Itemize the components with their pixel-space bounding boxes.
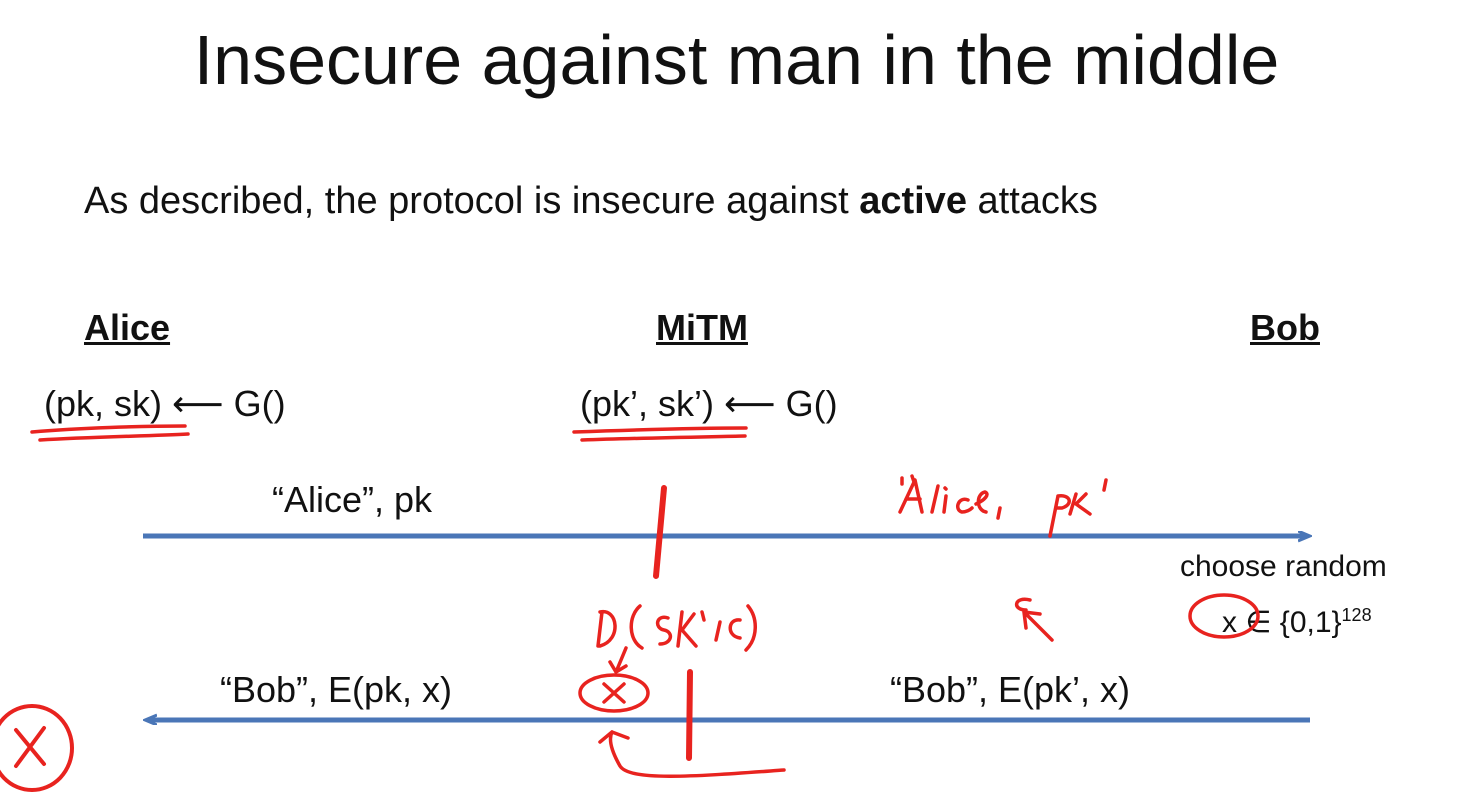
underline-alice-keys	[30, 424, 187, 434]
protocol-diagram	[0, 424, 1473, 792]
arrow-to-x	[608, 646, 628, 674]
intercept-bar-bottom	[686, 669, 693, 761]
arrow-c	[1022, 610, 1054, 642]
handwritten-c	[1015, 597, 1032, 612]
underline-mitm-keys-2	[580, 434, 747, 442]
intercept-bar-top	[653, 485, 667, 579]
circled-x-alice	[0, 704, 74, 792]
handwritten-alice-pk	[898, 474, 1108, 538]
handwritten-decrypt	[596, 604, 757, 652]
circled-x-bob	[1188, 593, 1260, 639]
underline-alice-keys-2	[38, 432, 190, 442]
underline-mitm-keys	[572, 426, 748, 434]
